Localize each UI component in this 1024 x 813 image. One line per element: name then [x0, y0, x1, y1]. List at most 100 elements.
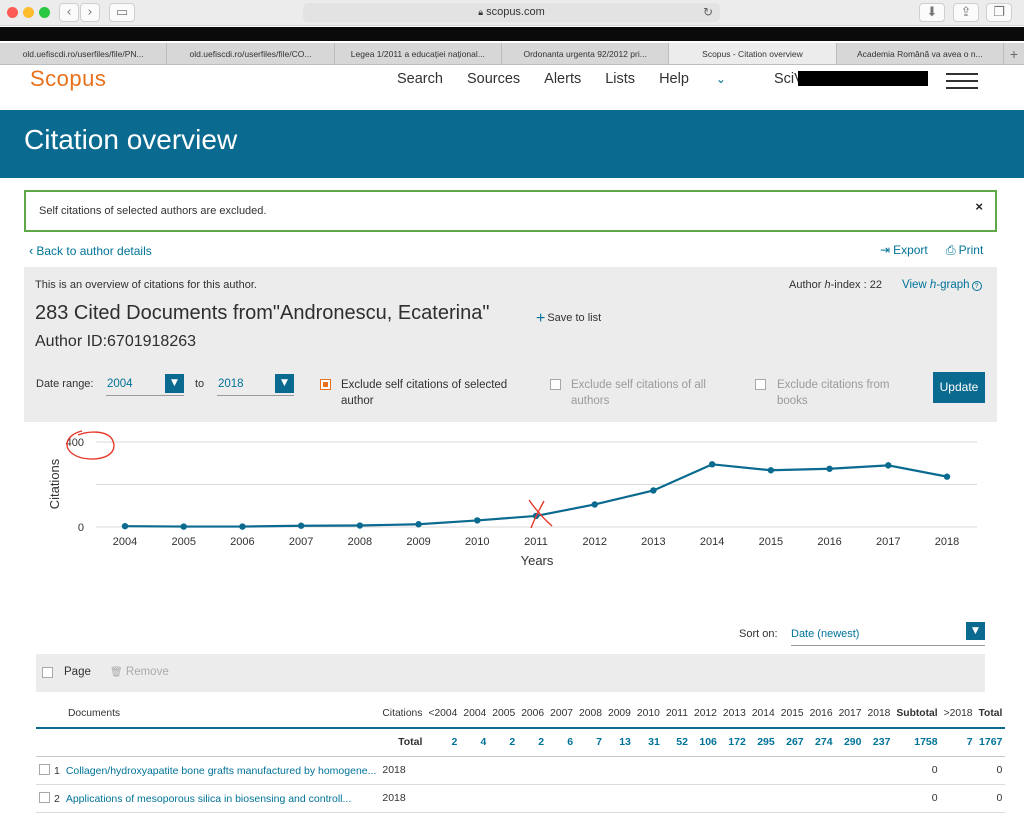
after-2018-cell	[941, 784, 976, 812]
address-bar[interactable]: 🔒︎ scopus.com ↻	[303, 3, 720, 22]
document-cell: 1 Collagen/hydroxyapatite bone grafts man…	[36, 756, 379, 784]
share-icon[interactable]: ⇪	[953, 3, 979, 22]
overview-intro: This is an overview of citations for thi…	[35, 279, 257, 291]
sort-select[interactable]: Date (newest) ▼	[791, 622, 985, 646]
total-cell[interactable]: 52	[663, 728, 691, 756]
row-checkbox[interactable]	[39, 791, 50, 803]
column-header: 2005	[492, 707, 516, 719]
total-cell[interactable]: 13	[605, 728, 634, 756]
remove-label: Remove	[125, 666, 169, 678]
save-to-list-label: Save to list	[547, 312, 602, 324]
data-point	[415, 521, 422, 528]
sidebar-toggle-icon[interactable]: ▭	[109, 3, 135, 22]
browser-tab[interactable]: Legea 1/2011 a educației național...	[335, 43, 502, 64]
print-button[interactable]: ⎙ Print	[946, 243, 983, 258]
browser-tab[interactable]: old.uefiscdi.ro/userfiles/file/CO...	[167, 43, 335, 64]
x-tick-label: 2015	[759, 536, 783, 548]
back-arrow-icon[interactable]: ‹	[59, 3, 79, 22]
column-header: 2015	[780, 707, 804, 719]
scopus-logo[interactable]: Scopus	[30, 66, 106, 92]
total-cell[interactable]: 1767	[976, 728, 1006, 756]
author-id: Author ID:6701918263	[35, 333, 197, 350]
downloads-icon[interactable]: ⬇	[919, 3, 945, 22]
view-h-graph-link[interactable]: View h-graph?	[902, 279, 982, 291]
forward-arrow-icon[interactable]: ›	[80, 3, 100, 22]
exclude-books-checkbox[interactable]	[755, 379, 766, 390]
total-cell[interactable]: 172	[720, 728, 749, 756]
date-from-select[interactable]: 2004 ▼	[106, 374, 184, 396]
empty-year-cell	[720, 756, 749, 784]
x-tick-label: 2016	[817, 536, 841, 548]
total-cell[interactable]: 237	[865, 728, 894, 756]
total-cell[interactable]: 7	[941, 728, 976, 756]
table-row: 1 Collagen/hydroxyapatite bone grafts man…	[36, 756, 1006, 784]
browser-tab[interactable]: Ordonanta urgenta 92/2012 pri...	[502, 43, 670, 64]
redacted-user-name	[798, 71, 928, 86]
browser-tab[interactable]: old.uefiscdi.ro/userfiles/file/PN...	[0, 43, 168, 64]
total-cell[interactable]: 2	[518, 728, 547, 756]
x-tick-label: 2010	[465, 536, 489, 548]
total-cell[interactable]: 2	[425, 728, 460, 756]
update-button[interactable]: Update	[933, 372, 985, 403]
date-from-value: 2004	[107, 378, 133, 390]
total-cell: 0	[996, 764, 1003, 776]
document-title-link[interactable]: Applications of mesoporous silica in bio…	[66, 793, 351, 805]
close-window-button[interactable]	[7, 7, 18, 18]
zoom-window-button[interactable]	[39, 7, 50, 18]
remove-button[interactable]: 🗑︎ Remove	[110, 666, 169, 678]
total-cell[interactable]: 4	[460, 728, 489, 756]
empty-year-cell	[634, 784, 663, 812]
menu-icon[interactable]	[946, 73, 978, 89]
date-to-select[interactable]: 2018 ▼	[217, 374, 294, 396]
total-cell[interactable]: 295	[749, 728, 778, 756]
total-cell[interactable]: 7	[576, 728, 605, 756]
empty-year-cell	[807, 784, 836, 812]
tabs-overview-icon[interactable]: ❐	[986, 3, 1012, 22]
nav-help[interactable]: Help ⌄	[659, 71, 750, 87]
empty-year-cell	[489, 784, 518, 812]
browser-tab[interactable]: Scopus - Citation overview	[669, 43, 837, 64]
total-cell[interactable]: 267	[778, 728, 807, 756]
row-checkbox[interactable]	[39, 763, 50, 775]
total-cell[interactable]: 290	[836, 728, 865, 756]
empty-year-cell	[691, 784, 720, 812]
row-number: 1	[54, 764, 60, 777]
reload-icon[interactable]: ↻	[703, 3, 713, 22]
page-banner: Citation overview	[0, 110, 1024, 178]
column-header: 2016	[809, 707, 833, 719]
x-tick-label: 2004	[113, 536, 137, 548]
save-to-list-button[interactable]: + Save to list	[536, 310, 601, 328]
browser-tab[interactable]: Academia Română va avea o n...	[837, 43, 1004, 64]
data-point	[297, 522, 305, 529]
total-cell[interactable]: 2	[489, 728, 518, 756]
nav-search[interactable]: Search	[397, 71, 443, 87]
total-cell[interactable]: 6	[547, 728, 576, 756]
x-tick-label: 2014	[700, 536, 724, 548]
help-icon[interactable]: ?	[971, 281, 982, 291]
nav-sources[interactable]: Sources	[467, 71, 520, 87]
empty-year-cell	[576, 756, 605, 784]
column-header: 2007	[550, 707, 574, 719]
nav-lists[interactable]: Lists	[605, 71, 635, 87]
exclude-selected-checkbox[interactable]	[320, 379, 331, 390]
nav-alerts[interactable]: Alerts	[544, 71, 581, 87]
back-to-author-link[interactable]: ‹ Back to author details	[29, 243, 152, 258]
close-icon[interactable]: ×	[975, 199, 983, 214]
export-button[interactable]: ⇥ Export	[880, 243, 928, 257]
redacted-bar	[0, 27, 1024, 41]
total-cell[interactable]: 1758	[893, 728, 940, 756]
subtotal-cell: 0	[931, 764, 938, 776]
exclude-all-checkbox[interactable]	[550, 379, 561, 390]
column-header: 2006	[521, 707, 545, 719]
x-tick-label: 2008	[348, 536, 372, 548]
total-cell[interactable]: 31	[634, 728, 663, 756]
empty-year-cell	[778, 784, 807, 812]
document-title-link[interactable]: Collagen/hydroxyapatite bone grafts manu…	[66, 765, 377, 777]
minimize-window-button[interactable]	[23, 7, 34, 18]
select-page-checkbox[interactable]	[42, 667, 53, 678]
total-cell[interactable]: 274	[807, 728, 836, 756]
lock-icon: 🔒︎	[478, 7, 484, 17]
total-cell[interactable]: 106	[691, 728, 720, 756]
column-header: Subtotal	[896, 707, 938, 719]
new-tab-icon[interactable]: +	[1004, 43, 1024, 64]
